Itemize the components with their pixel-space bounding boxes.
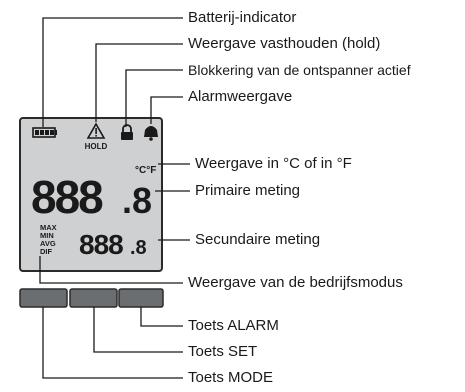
callout-key-alarm: [140, 307, 183, 327]
label-operating-mode: Weergave van de bedrijfsmodus: [188, 274, 403, 291]
label-key-mode: Toets MODE: [188, 369, 274, 386]
primary-digits: 888: [31, 171, 103, 223]
secondary-decimal: .8: [130, 237, 147, 259]
hold-text: HOLD: [85, 142, 108, 151]
callout-hold: [95, 43, 183, 122]
label-key-set: Toets SET: [188, 343, 258, 360]
label-unit: Weergave in °C of in °F: [195, 155, 352, 172]
label-secondary: Secundaire meting: [195, 231, 321, 248]
label-primary: Primaire meting: [195, 182, 301, 199]
label-battery-indicator: Batterij-indicator: [188, 9, 297, 26]
label-hold: Weergave vasthouden (hold): [188, 35, 381, 52]
label-key-alarm: Toets ALARM: [188, 317, 279, 334]
callout-key-mode: [42, 307, 183, 379]
set-button[interactable]: [69, 288, 118, 308]
thermometer-display-diagram: HOLD °C°F 888 .8 MAX MIN AVG DIF 888 .8: [0, 0, 465, 387]
alarm-button[interactable]: [118, 288, 164, 308]
mode-button[interactable]: [19, 288, 68, 308]
mode-dif: DIF: [40, 247, 53, 256]
unit-text: °C°F: [135, 165, 156, 176]
secondary-digits: 888: [79, 229, 123, 260]
label-trigger-lock: Blokkering van de ontspanner actief: [188, 62, 411, 78]
callout-battery: [42, 17, 183, 127]
primary-decimal: .8: [122, 180, 152, 221]
callout-key-set: [93, 307, 183, 353]
label-alarm: Alarmweergave: [188, 88, 293, 105]
